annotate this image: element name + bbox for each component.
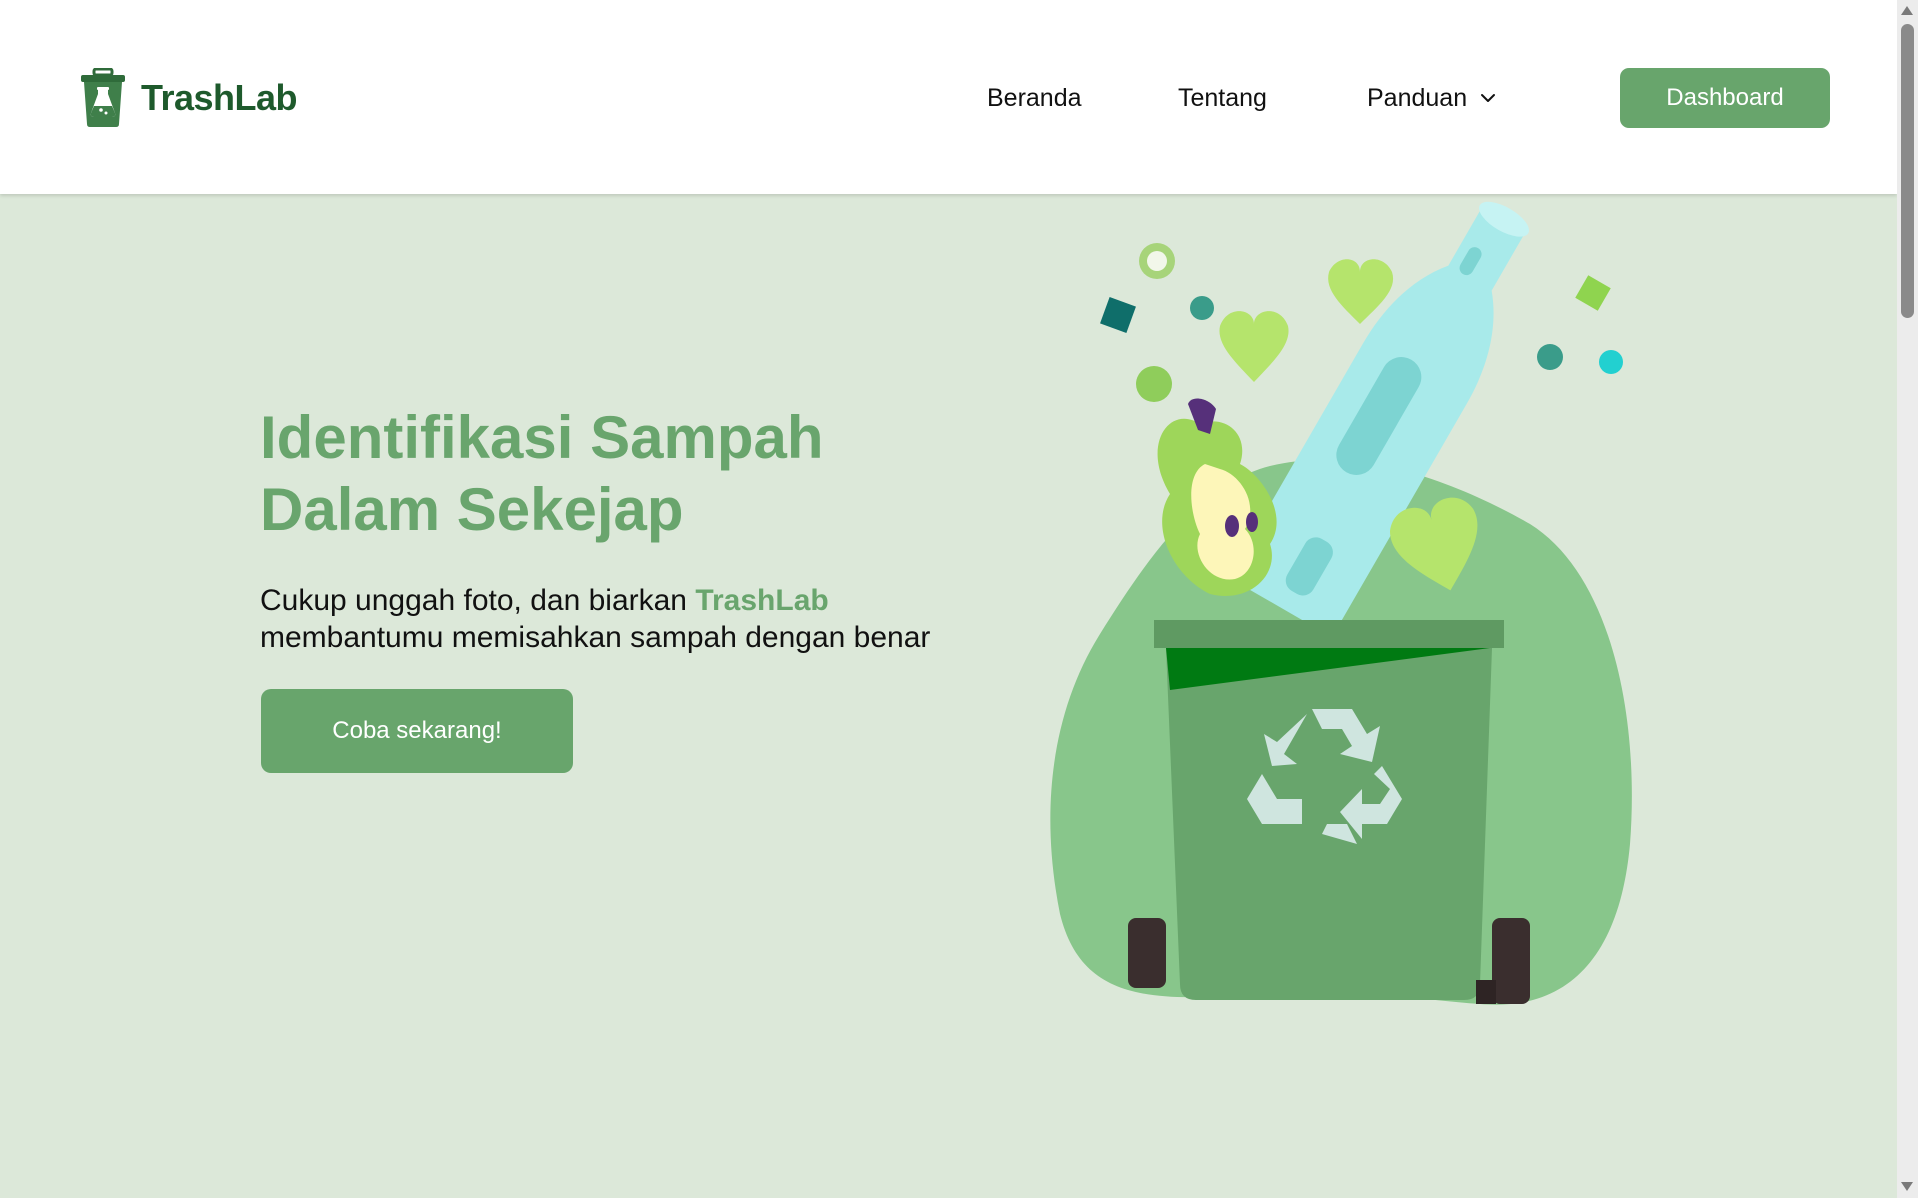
main-nav: Beranda Tentang Panduan (0, 78, 1897, 118)
hero-subtitle-brand: TrashLab (695, 584, 829, 617)
scrollbar-thumb[interactable] (1901, 24, 1914, 318)
hero-title: Identifikasi Sampah Dalam Sekejap (260, 402, 900, 546)
nav-item-panduan-label: Panduan (1367, 84, 1468, 112)
recycle-bin-with-trash-illustration (1050, 201, 1632, 1005)
nav-item-tentang[interactable]: Tentang (1178, 78, 1267, 118)
hero-subtitle-pre: Cukup unggah foto, dan biarkan (260, 584, 696, 617)
vertical-scrollbar[interactable] (1897, 0, 1918, 1198)
hero-title-line2: Dalam Sekejap (260, 476, 684, 543)
scroll-up-arrow-icon[interactable] (1901, 6, 1913, 15)
hero-title-line1: Identifikasi Sampah (260, 404, 824, 471)
hero-subtitle: Cukup unggah foto, dan biarkan TrashLab … (260, 582, 1020, 656)
chevron-down-icon (1481, 94, 1496, 102)
scroll-down-arrow-icon[interactable] (1901, 1182, 1913, 1191)
try-now-button[interactable]: Coba sekarang! (261, 689, 573, 773)
dashboard-button[interactable]: Dashboard (1620, 68, 1830, 128)
nav-item-panduan[interactable]: Panduan (1367, 78, 1497, 118)
site-header: TrashLab Beranda Tentang Panduan Dashboa… (0, 0, 1897, 194)
hero-subtitle-post: membantumu memisahkan sampah dengan bena… (260, 621, 931, 654)
nav-item-beranda[interactable]: Beranda (987, 78, 1082, 118)
